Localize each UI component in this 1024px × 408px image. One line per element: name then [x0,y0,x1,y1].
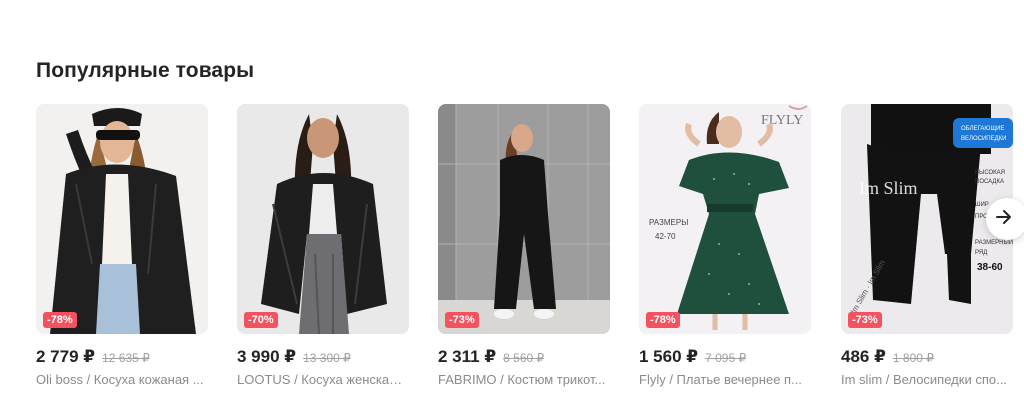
product-card[interactable]: -78% 2 779 ₽ 12 635 ₽ Oli boss / Косуха к… [36,104,208,387]
discount-badge: -70% [244,312,278,328]
discount-badge: -78% [43,312,77,328]
product-old-price: 7 095 ₽ [705,351,747,365]
image-text: ВЫСОКАЯ [975,170,1005,176]
product-name[interactable]: FABRIMO / Костюм трикот... [438,372,610,387]
product-old-price: 13 300 ₽ [303,351,351,365]
product-name[interactable]: Oli boss / Косуха кожаная ... [36,372,208,387]
brand-watermark: Im Slim [859,178,918,198]
image-text: 38-60 [977,262,1003,273]
product-name[interactable]: Im slim / Велосипедки спо... [841,372,1013,387]
product-price: 486 ₽ [841,347,886,366]
product-card[interactable]: -73% 2 311 ₽ 8 560 ₽ FABRIMO / Костюм три… [438,104,610,387]
image-text: ВЕЛОСИПЕДКИ [961,136,1006,142]
image-text: ПОСАДКА [975,179,1004,185]
discount-badge: -78% [646,312,680,328]
image-text: РЯД [975,250,987,256]
product-price: 3 990 ₽ [237,347,297,366]
product-name[interactable]: LOOTUS / Косуха женская ... [237,372,409,387]
product-price: 2 311 ₽ [438,347,497,366]
product-card[interactable]: -70% 3 990 ₽ 13 300 ₽ LOOTUS / Косуха жен… [237,104,409,387]
chevron-right-icon [995,208,1013,231]
product-old-price: 8 560 ₽ [503,351,545,365]
image-text: РАЗМЕРЫ [649,218,688,227]
product-image[interactable]: -78% [36,104,208,334]
image-text: 42-70 [655,232,676,241]
section-title: Популярные товары [36,59,255,82]
product-card[interactable]: FLYLY РАЗМЕРЫ 42-70 -78% 1 560 ₽ 7 095 ₽ [639,104,811,387]
product-name[interactable]: Flyly / Платье вечернее п... [639,372,811,387]
image-text: ОБЛЕГАЮЩИЕ [961,126,1004,132]
product-carousel: -78% 2 779 ₽ 12 635 ₽ Oli boss / Косуха к… [36,104,1024,408]
product-image[interactable]: -73% [438,104,610,334]
product-old-price: 12 635 ₽ [102,351,150,365]
discount-badge: -73% [445,312,479,328]
product-image[interactable]: FLYLY РАЗМЕРЫ 42-70 -78% [639,104,811,334]
carousel-next-button[interactable] [986,198,1024,240]
image-text: ШИР [975,202,989,208]
discount-badge: -73% [848,312,882,328]
product-price: 2 779 ₽ [36,347,96,366]
product-old-price: 1 800 ₽ [892,351,934,365]
product-price: 1 560 ₽ [639,347,699,366]
product-image[interactable]: -70% [237,104,409,334]
